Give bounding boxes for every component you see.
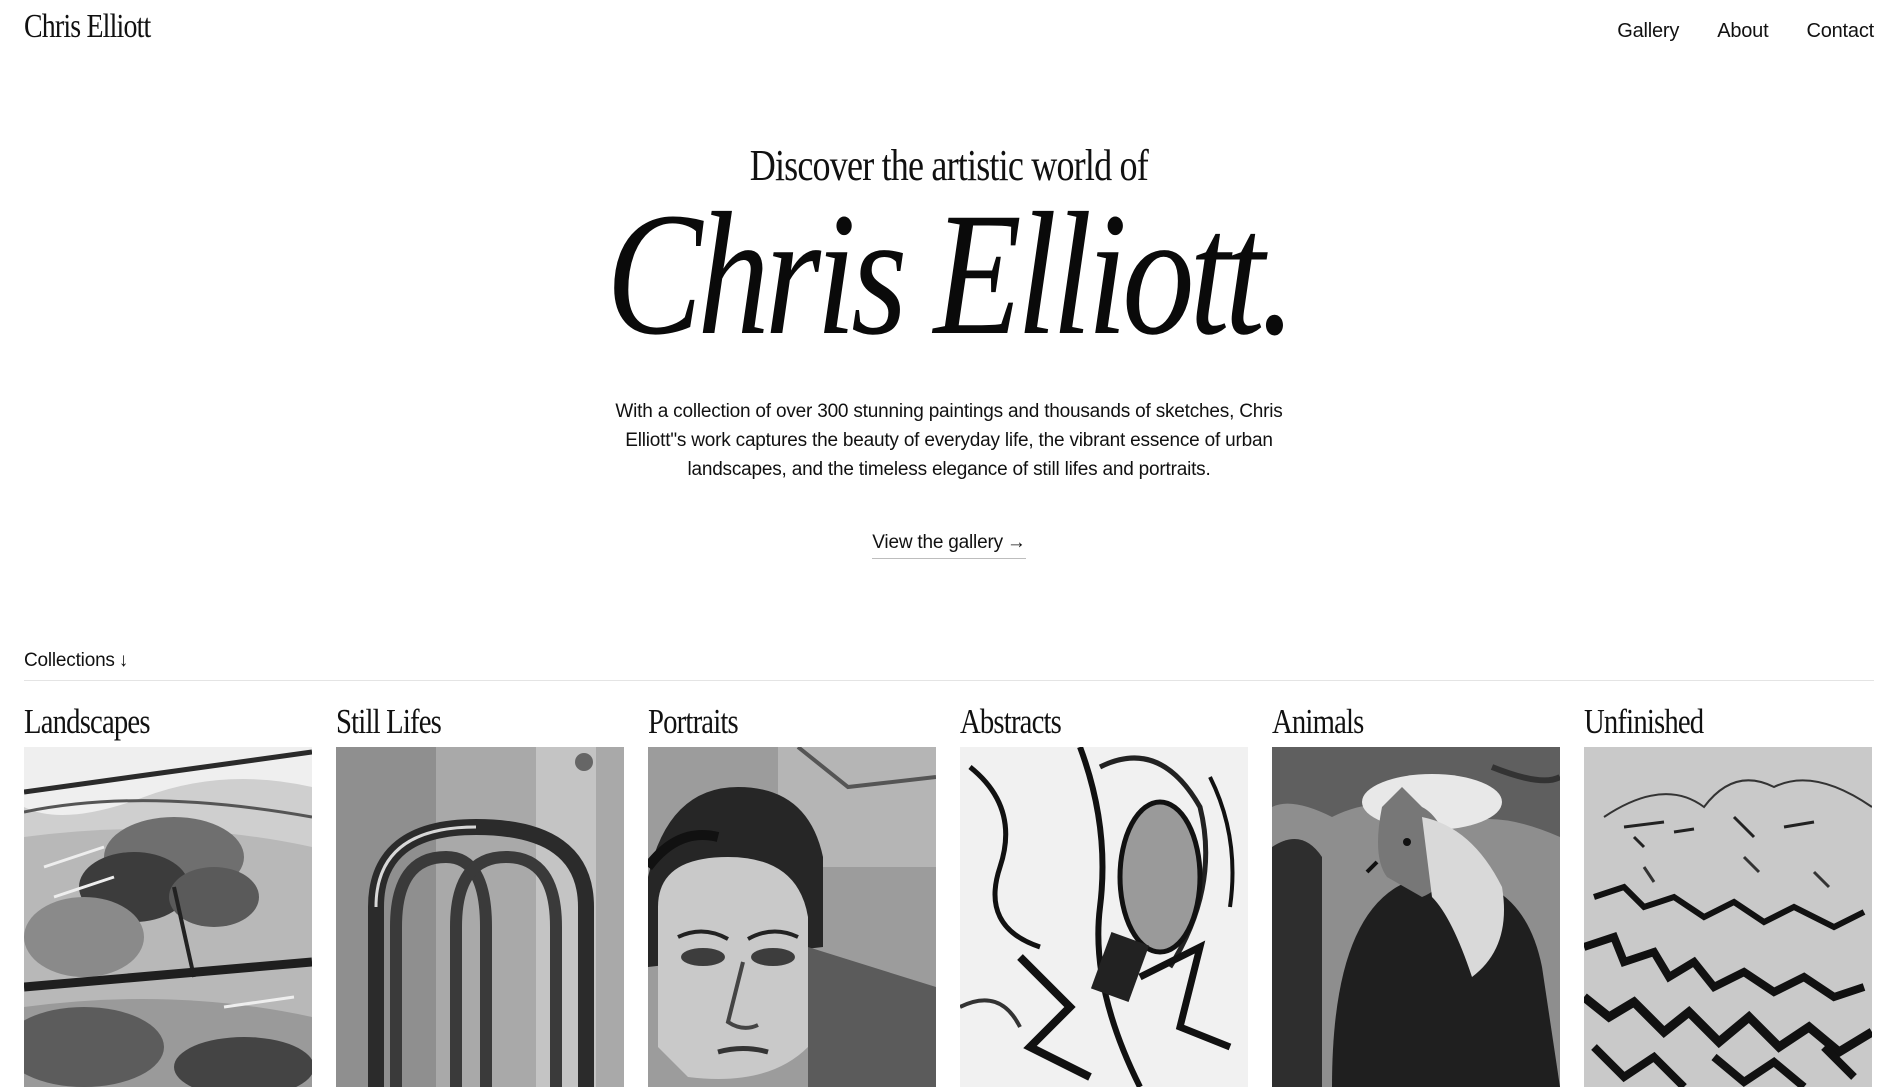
view-gallery-label: View the gallery [872, 532, 1003, 553]
view-gallery-link[interactable]: View the gallery → [872, 532, 1026, 559]
collection-card-still-lifes[interactable]: Still Lifes [336, 700, 624, 1087]
nav-gallery-link[interactable]: Gallery [1617, 20, 1679, 43]
collections-label: Collections [24, 650, 115, 671]
collection-title: Still Lifes [336, 702, 442, 741]
collection-card-landscapes[interactable]: Landscapes [24, 700, 312, 1087]
nav-about-link[interactable]: About [1717, 20, 1768, 43]
collection-card-portraits[interactable]: Portraits [648, 700, 936, 1087]
landscape-painting-image-art [24, 747, 312, 1087]
main-nav: Gallery About Contact [1617, 20, 1874, 43]
collection-title: Unfinished [1584, 702, 1704, 741]
collections-grid: Landscapes Still Lifes Portraits Abstrac… [24, 700, 1874, 1087]
collection-title: Portraits [648, 702, 739, 741]
landscape-painting-image[interactable] [24, 747, 312, 1087]
chair-painting-image-art [336, 747, 624, 1087]
nav-contact-link[interactable]: Contact [1806, 20, 1874, 43]
collections-toggle[interactable]: Collections ↓ [24, 650, 128, 671]
collection-card-unfinished[interactable]: Unfinished [1584, 700, 1872, 1087]
collection-card-abstracts[interactable]: Abstracts [960, 700, 1248, 1087]
collection-title: Landscapes [24, 702, 150, 741]
abstract-sketch-image[interactable] [960, 747, 1248, 1087]
site-logo[interactable]: Chris Elliott [24, 8, 151, 46]
site-header: Chris Elliott Gallery About Contact [0, 0, 1898, 70]
arrow-right-icon: → [1006, 532, 1026, 553]
dog-painting-image[interactable] [1272, 747, 1560, 1087]
ink-sketch-image-art [1584, 747, 1872, 1087]
page: Chris Elliott Gallery About Contact Disc… [0, 0, 1898, 1087]
hero-title: Chris Elliott. [606, 177, 1297, 372]
portrait-painting-image[interactable] [648, 747, 936, 1087]
collection-title: Animals [1272, 702, 1364, 741]
chair-painting-image[interactable] [336, 747, 624, 1087]
collection-title: Abstracts [960, 702, 1062, 741]
collections-header: Collections ↓ [24, 650, 1874, 681]
portrait-painting-image-art [648, 747, 936, 1087]
hero-description: With a collection of over 300 stunning p… [615, 401, 1283, 480]
arrow-down-icon: ↓ [118, 650, 129, 671]
collection-card-animals[interactable]: Animals [1272, 700, 1560, 1087]
ink-sketch-image[interactable] [1584, 747, 1872, 1087]
dog-painting-image-art [1272, 747, 1560, 1087]
abstract-sketch-image-art [960, 747, 1248, 1087]
hero-section: Discover the artistic world of Chris Ell… [0, 140, 1898, 559]
